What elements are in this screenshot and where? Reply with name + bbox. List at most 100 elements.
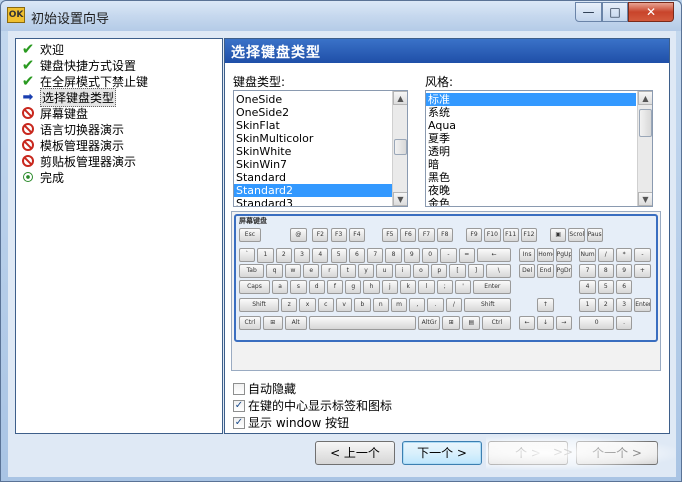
key-1-6[interactable]: 6	[348, 248, 366, 263]
key-1-17[interactable]: Num	[579, 248, 596, 262]
key-2-20[interactable]: +	[634, 264, 651, 278]
key-2-9[interactable]: o	[412, 264, 430, 278]
show-window-button-checkbox[interactable]: ✓ 显示 window 按钮	[233, 415, 349, 430]
key-2-18[interactable]: 8	[597, 264, 614, 278]
list-item[interactable]: SkinWhite	[234, 145, 407, 158]
title-bar[interactable]: OK 初始设置向导 — □ ✕	[1, 1, 681, 31]
key-4-12[interactable]: ↑	[537, 298, 554, 312]
checkbox-box[interactable]: ✓	[233, 399, 245, 412]
key-3-8[interactable]: k	[400, 280, 417, 294]
key-2-4[interactable]: r	[321, 264, 338, 278]
key-3-1[interactable]: a	[271, 280, 289, 294]
step-template-manager[interactable]: 模板管理器演示	[20, 137, 124, 153]
list-item[interactable]: Aqua	[426, 119, 652, 132]
key-2-17[interactable]: 7	[579, 264, 596, 278]
scroll-thumb[interactable]	[394, 139, 407, 155]
key-5-8[interactable]: ←	[518, 316, 536, 330]
maximize-button[interactable]: □	[602, 2, 628, 22]
scroll-up-arrow-icon[interactable]: ▲	[638, 91, 652, 105]
key-1-15[interactable]: Home	[537, 248, 554, 262]
key-1-3[interactable]: 3	[293, 248, 311, 263]
key-2-3[interactable]: e	[303, 264, 320, 278]
key-1-0[interactable]: `	[239, 248, 256, 262]
key-4-4[interactable]: v	[335, 298, 353, 312]
key-5-3[interactable]	[308, 316, 417, 330]
key-5-7[interactable]: Ctrl	[482, 316, 512, 330]
key-2-1[interactable]: q	[266, 264, 283, 278]
key-3-14[interactable]: 5	[597, 280, 614, 294]
list-item[interactable]: SkinMulticolor	[234, 132, 407, 145]
key-3-9[interactable]: l	[418, 280, 435, 294]
key-4-15[interactable]: 3	[615, 298, 633, 312]
list-item[interactable]: Standard	[234, 171, 407, 184]
key-5-10[interactable]: →	[555, 316, 572, 330]
step-shortcut-settings[interactable]: ✔ 键盘快捷方式设置	[20, 56, 136, 74]
key-5-6[interactable]: ▤	[462, 316, 481, 330]
key-5-12[interactable]: .	[615, 316, 633, 330]
key-3-6[interactable]: h	[363, 280, 380, 294]
scroll-up-arrow-icon[interactable]: ▲	[393, 91, 407, 105]
key-4-16[interactable]: Enter	[634, 298, 651, 312]
key-3-5[interactable]: g	[345, 280, 362, 294]
key-1-19[interactable]: *	[615, 248, 633, 262]
key-4-1[interactable]: z	[281, 298, 298, 312]
list-item[interactable]: 夜晚	[426, 184, 652, 197]
key-0-2[interactable]: F2	[312, 228, 329, 242]
key-1-20[interactable]: -	[634, 248, 651, 262]
key-5-2[interactable]: Alt	[284, 316, 307, 330]
last-button[interactable]: 个一个 >	[576, 441, 658, 465]
key-0-4[interactable]: F4	[348, 228, 366, 242]
auto-hide-checkbox[interactable]: 自动隐藏	[233, 381, 296, 396]
step-finish[interactable]: 完成	[20, 169, 64, 185]
back-button[interactable]: < 上一个	[315, 441, 395, 465]
scroll-thumb[interactable]	[639, 109, 652, 137]
key-5-11[interactable]: 0	[579, 316, 614, 330]
key-5-5[interactable]: ⊞	[442, 316, 461, 330]
key-3-15[interactable]: 6	[615, 280, 633, 294]
list-item[interactable]: OneSide	[234, 93, 407, 106]
key-0-7[interactable]: F7	[418, 228, 435, 242]
key-1-10[interactable]: 0	[422, 248, 439, 263]
key-1-8[interactable]: 8	[385, 248, 402, 263]
key-4-14[interactable]: 2	[597, 298, 614, 312]
step-keyboard-type[interactable]: ➡ 选择键盘类型	[20, 87, 117, 107]
key-2-11[interactable]: [	[449, 264, 466, 278]
key-0-11[interactable]: F11	[502, 228, 519, 242]
key-5-9[interactable]: ↓	[537, 316, 554, 330]
key-0-0[interactable]: Esc	[239, 228, 261, 242]
key-1-14[interactable]: Ins	[518, 248, 536, 262]
key-2-10[interactable]: p	[431, 264, 448, 278]
key-4-6[interactable]: n	[372, 298, 389, 312]
list-item[interactable]: 透明	[426, 145, 652, 158]
key-5-0[interactable]: Ctrl	[239, 316, 261, 330]
list-item[interactable]: 黑色	[426, 171, 652, 184]
key-2-14[interactable]: Del	[518, 264, 536, 278]
list-item[interactable]: 夏季	[426, 132, 652, 145]
show-labels-centered-checkbox[interactable]: ✓ 在键的中心显示标签和图标	[233, 398, 392, 413]
key-3-3[interactable]: d	[308, 280, 325, 294]
key-0-15[interactable]: Pause	[586, 228, 603, 242]
key-3-11[interactable]: '	[454, 280, 472, 294]
key-0-12[interactable]: F12	[520, 228, 538, 242]
key-0-3[interactable]: F3	[330, 228, 347, 242]
list-item[interactable]: 暗	[426, 158, 652, 171]
key-4-7[interactable]: m	[390, 298, 408, 312]
scroll-down-arrow-icon[interactable]: ▼	[638, 192, 652, 206]
key-4-13[interactable]: 1	[579, 298, 596, 312]
key-1-12[interactable]: =	[458, 248, 475, 263]
key-1-9[interactable]: 9	[403, 248, 420, 263]
checkbox-box[interactable]: ✓	[233, 416, 245, 429]
list-item[interactable]: 金色	[426, 197, 652, 206]
style-scrollbar[interactable]: ▲ ▼	[637, 91, 652, 206]
key-2-13[interactable]: \	[486, 264, 512, 278]
key-3-12[interactable]: Enter	[473, 280, 512, 294]
key-1-13[interactable]: ←	[476, 248, 512, 262]
key-0-9[interactable]: F9	[465, 228, 483, 242]
key-2-0[interactable]: Tab	[239, 264, 265, 278]
key-1-1[interactable]: 1	[257, 248, 274, 263]
list-item-selected[interactable]: Standard2	[234, 184, 407, 197]
key-3-10[interactable]: ;	[436, 280, 453, 294]
key-2-15[interactable]: End	[537, 264, 554, 278]
keyboard-type-scrollbar[interactable]: ▲ ▼	[392, 91, 407, 206]
key-0-5[interactable]: F5	[381, 228, 399, 242]
